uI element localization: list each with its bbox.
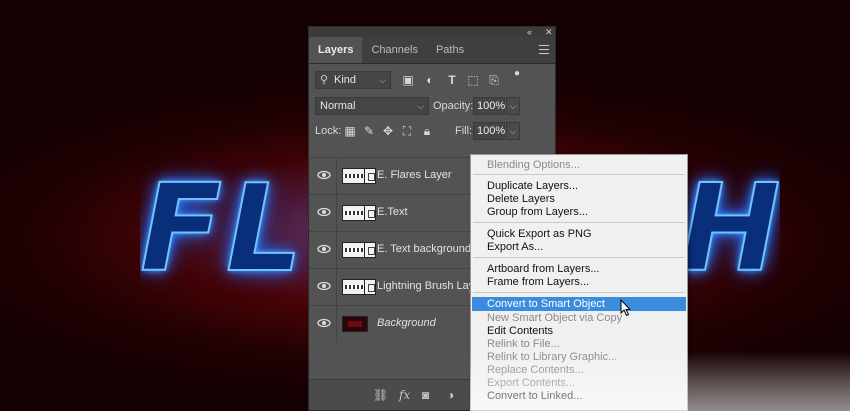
- layer-mask-thumbnail: [364, 168, 376, 184]
- shape-filter-icon[interactable]: ⬚: [466, 73, 480, 87]
- menu-item-new-smart-object-via-copy[interactable]: New Smart Object via Copy: [487, 312, 622, 324]
- menu-item-duplicate-layers[interactable]: Duplicate Layers...: [487, 180, 578, 192]
- panel-menu-icon[interactable]: [539, 45, 549, 54]
- image-filter-icon[interactable]: ▣: [401, 73, 415, 87]
- visibility-eye-icon[interactable]: [317, 243, 331, 255]
- opacity-label: Opacity:: [433, 100, 474, 112]
- visibility-eye-icon[interactable]: [317, 206, 331, 218]
- search-icon: ⚲: [320, 74, 329, 86]
- close-icon[interactable]: ✕: [545, 27, 553, 37]
- layer-name: E. Text background: [377, 243, 471, 255]
- layer-name: Lightning Brush Layer: [377, 280, 485, 292]
- menu-item-relink-to-file[interactable]: Relink to File...: [487, 338, 560, 350]
- chevron-down-icon: ⌵: [379, 75, 386, 85]
- menu-item-delete-layers[interactable]: Delete Layers: [487, 193, 555, 205]
- opacity-input[interactable]: 100%: [473, 97, 505, 115]
- filter-kind-select[interactable]: ⚲ Kind ⌵: [315, 71, 391, 89]
- layer-name: E.Text: [377, 206, 408, 218]
- lock-position-icon[interactable]: ✥: [381, 124, 395, 138]
- menu-item-blending-options[interactable]: Blending Options...: [487, 159, 580, 171]
- blend-mode-select[interactable]: Normal ⌵: [315, 97, 429, 115]
- fx-icon[interactable]: fx: [399, 388, 410, 402]
- visibility-eye-icon[interactable]: [317, 317, 331, 329]
- layer-name: E. Flares Layer: [377, 169, 452, 181]
- add-mask-icon[interactable]: ◙: [422, 388, 429, 402]
- context-menu: Blending Options... Duplicate Layers... …: [470, 154, 688, 411]
- panel-tabs: Layers Channels Paths: [309, 37, 555, 64]
- artwork-text-right: H: [679, 160, 780, 300]
- tab-channels[interactable]: Channels: [362, 37, 426, 63]
- chevron-down-icon: ⌵: [417, 101, 424, 111]
- filter-toggle-icon[interactable]: ●: [510, 67, 524, 81]
- adjustment-layer-icon[interactable]: ◑: [447, 388, 454, 402]
- lock-all-icon[interactable]: 🔒︎: [420, 124, 434, 138]
- menu-item-convert-to-linked[interactable]: Convert to Linked...: [487, 390, 582, 402]
- menu-item-convert-to-smart-object[interactable]: Convert to Smart Object: [472, 297, 686, 311]
- lock-label: Lock:: [315, 125, 342, 137]
- layer-name: Background: [377, 317, 436, 329]
- menu-item-replace-contents[interactable]: Replace Contents...: [487, 364, 584, 376]
- artwork-text-left: FL: [140, 160, 307, 300]
- type-filter-icon[interactable]: T: [445, 73, 459, 87]
- tab-layers[interactable]: Layers: [309, 37, 363, 63]
- collapse-icon[interactable]: «: [527, 27, 532, 37]
- menu-divider: [473, 174, 685, 175]
- menu-item-relink-to-library-graphic[interactable]: Relink to Library Graphic...: [487, 351, 617, 363]
- adjustment-filter-icon[interactable]: ◐: [423, 73, 437, 87]
- layer-mask-thumbnail: [364, 279, 376, 295]
- fill-label: Fill:: [455, 125, 473, 137]
- menu-item-export-contents[interactable]: Export Contents...: [487, 377, 575, 389]
- layer-mask-thumbnail: [364, 205, 376, 221]
- menu-item-artboard-from-layers[interactable]: Artboard from Layers...: [487, 263, 600, 275]
- fill-dropdown-button[interactable]: ⌵: [506, 122, 520, 140]
- opacity-dropdown-button[interactable]: ⌵: [506, 97, 520, 115]
- visibility-eye-icon[interactable]: [317, 169, 331, 181]
- filter-kind-label: Kind: [334, 74, 357, 86]
- menu-item-export-as[interactable]: Export As...: [487, 241, 543, 253]
- panel-titlebar: « ✕: [309, 27, 555, 37]
- menu-item-edit-contents[interactable]: Edit Contents: [487, 325, 553, 337]
- menu-divider: [473, 292, 685, 293]
- lock-transparent-icon[interactable]: ▦: [343, 124, 357, 138]
- menu-divider: [473, 257, 685, 258]
- lock-artboard-icon[interactable]: ⛶: [400, 124, 414, 138]
- lock-image-icon[interactable]: ✎: [362, 124, 376, 138]
- menu-item-quick-export-png[interactable]: Quick Export as PNG: [487, 228, 592, 240]
- visibility-eye-icon[interactable]: [317, 280, 331, 292]
- layer-thumbnail: [342, 316, 368, 332]
- menu-item-group-from-layers[interactable]: Group from Layers...: [487, 206, 588, 218]
- mouse-cursor-icon: [620, 299, 632, 317]
- menu-divider: [473, 222, 685, 223]
- smart-object-filter-icon[interactable]: ⎘: [487, 73, 501, 87]
- layer-mask-thumbnail: [364, 242, 376, 258]
- blend-mode-value: Normal: [320, 100, 356, 112]
- tab-paths[interactable]: Paths: [427, 37, 473, 63]
- fill-input[interactable]: 100%: [473, 122, 505, 140]
- link-layers-icon[interactable]: ⛓: [373, 388, 388, 402]
- menu-item-frame-from-layers[interactable]: Frame from Layers...: [487, 276, 589, 288]
